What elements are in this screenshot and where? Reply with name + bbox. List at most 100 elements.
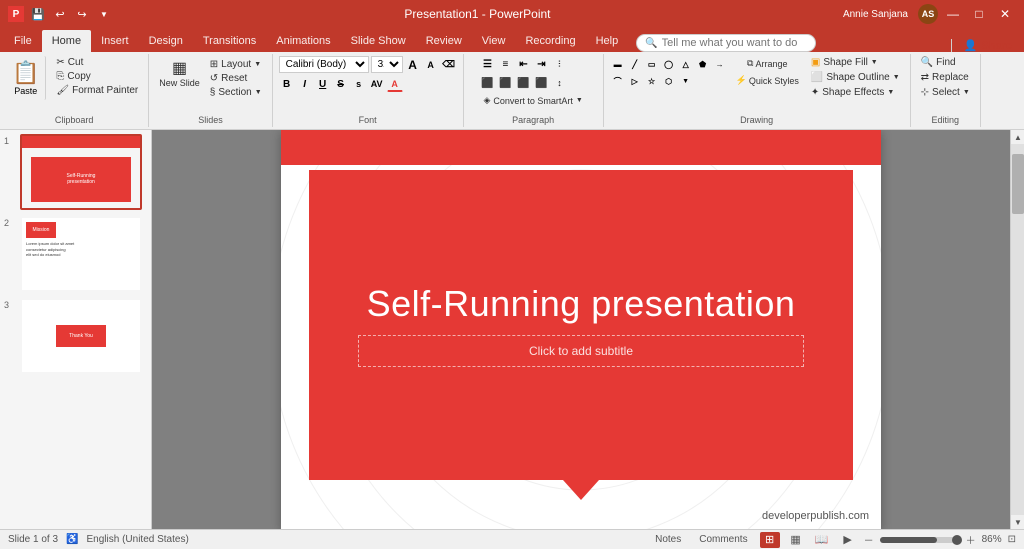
close-button[interactable]: ✕ <box>994 3 1016 25</box>
search-input[interactable] <box>662 37 802 49</box>
shape-outline-button[interactable]: ⬜ Shape Outline ▼ <box>807 71 904 84</box>
convert-smartart-button[interactable]: ◈ Convert to SmartArt ▼ <box>479 94 586 107</box>
replace-button[interactable]: ⇄ Replace <box>917 71 973 84</box>
tab-insert[interactable]: Insert <box>91 30 139 52</box>
minimize-button[interactable]: — <box>942 3 964 25</box>
italic-button[interactable]: I <box>297 76 313 92</box>
scroll-up-button[interactable]: ▲ <box>1011 130 1024 144</box>
tab-help[interactable]: Help <box>586 30 629 52</box>
copy-button[interactable]: ⎘ Copy <box>52 70 142 83</box>
shape-10[interactable]: ☆ <box>644 73 660 89</box>
font-decrease-button[interactable]: A <box>405 57 421 73</box>
notes-button[interactable]: Notes <box>649 531 687 549</box>
increase-indent-button[interactable]: ⇥ <box>533 56 549 72</box>
numbering-button[interactable]: ≡ <box>497 56 513 72</box>
shape-3[interactable]: ▭ <box>644 56 660 72</box>
justify-button[interactable]: ⬛ <box>533 75 549 91</box>
align-left-button[interactable]: ⬛ <box>479 75 495 91</box>
scroll-down-button[interactable]: ▼ <box>1011 515 1024 529</box>
accessibility-icon[interactable]: ♿ <box>66 534 78 545</box>
slide-thumb-3[interactable]: 3 Thank You <box>4 298 147 374</box>
slide-thumb-2[interactable]: 2 Mission Lorem ipsum dolor sit ametcons… <box>4 216 147 292</box>
editing-label: Editing <box>931 115 959 125</box>
comments-button[interactable]: Comments <box>693 531 753 549</box>
shadow-button[interactable]: s <box>351 76 367 92</box>
shape-6[interactable]: ⬟ <box>695 56 711 72</box>
tab-view[interactable]: View <box>472 30 516 52</box>
slide-thumb-1[interactable]: 1 Self-Runningpresentation <box>4 134 147 210</box>
more-shapes[interactable]: ▼ <box>678 73 694 89</box>
cut-button[interactable]: ✂ Cut <box>52 56 142 69</box>
char-spacing-button[interactable]: AV <box>369 76 385 92</box>
find-button[interactable]: 🔍 Find <box>917 56 960 69</box>
quick-styles-button[interactable]: ⚡ Quick Styles <box>732 73 803 88</box>
arrange-button[interactable]: ⧉ Arrange <box>732 56 803 71</box>
clear-format-button[interactable]: ⌫ <box>441 57 457 73</box>
shape-effects-button[interactable]: ✦ Shape Effects ▼ <box>807 86 904 99</box>
restore-button[interactable]: □ <box>968 3 990 25</box>
scroll-thumb[interactable] <box>1012 154 1024 214</box>
tab-file[interactable]: File <box>4 30 42 52</box>
shape-4[interactable]: ◯ <box>661 56 677 72</box>
tab-recording[interactable]: Recording <box>515 30 585 52</box>
undo-icon[interactable]: ↩ <box>52 6 68 22</box>
reading-view-button[interactable]: 📖 <box>812 532 832 548</box>
shape-11[interactable]: ⬡ <box>661 73 677 89</box>
slide-canvas[interactable]: Self-Running presentation Click to add s… <box>281 130 881 529</box>
select-button[interactable]: ⊹ Select ▼ <box>917 86 974 99</box>
tab-slideshow[interactable]: Slide Show <box>341 30 416 52</box>
slide-subtitle-box[interactable]: Click to add subtitle <box>358 335 804 367</box>
zoom-slider[interactable] <box>880 537 960 543</box>
columns-button[interactable]: ⫶ <box>551 56 567 72</box>
slide-thumb-img-2[interactable]: Mission Lorem ipsum dolor sit ametconsec… <box>20 216 142 292</box>
bullets-button[interactable]: ☰ <box>479 56 495 72</box>
tab-home[interactable]: Home <box>42 30 91 52</box>
format-painter-button[interactable]: 🖌 Format Painter <box>52 84 142 97</box>
section-button[interactable]: § Section ▼ <box>206 86 266 99</box>
align-center-button[interactable]: ⬛ <box>497 75 513 91</box>
shape-2[interactable]: ╱ <box>627 56 643 72</box>
font-name-select[interactable]: Calibri (Body) <box>279 56 369 73</box>
tab-transitions[interactable]: Transitions <box>193 30 266 52</box>
new-slide-button[interactable]: ▦ New Slide <box>155 56 204 90</box>
shape-fill-button[interactable]: ▣ Shape Fill ▼ <box>807 56 904 69</box>
tab-design[interactable]: Design <box>139 30 193 52</box>
save-icon[interactable]: 💾 <box>30 6 46 22</box>
search-box[interactable]: 🔍 <box>636 34 816 52</box>
scroll-track[interactable] <box>1011 144 1024 515</box>
slideshow-view-button[interactable]: ▶ <box>838 532 858 548</box>
slide-thumb-img-1[interactable]: Self-Runningpresentation <box>20 134 142 210</box>
share-button[interactable]: 👤 Share <box>951 39 1024 52</box>
shape-9[interactable]: ▷ <box>627 73 643 89</box>
font-increase-button[interactable]: A <box>423 57 439 73</box>
slide-sorter-button[interactable]: ▦ <box>786 532 806 548</box>
font-size-select[interactable]: 32 <box>371 56 403 73</box>
shape-1[interactable]: ▬ <box>610 56 626 72</box>
layout-button[interactable]: ⊞ Layout ▼ <box>206 58 266 71</box>
decrease-indent-button[interactable]: ⇤ <box>515 56 531 72</box>
fit-slide-button[interactable]: ⊡ <box>1008 534 1016 545</box>
line-spacing-button[interactable]: ↕ <box>551 75 567 91</box>
underline-button[interactable]: U <box>315 76 331 92</box>
shape-arrow[interactable]: → <box>712 56 728 72</box>
paste-button[interactable]: 📋 Paste <box>6 56 46 100</box>
bold-button[interactable]: B <box>279 76 295 92</box>
redo-icon[interactable]: ↪ <box>74 6 90 22</box>
strikethrough-button[interactable]: S <box>333 76 349 92</box>
zoom-out-button[interactable]: － <box>864 532 874 547</box>
canvas-area[interactable]: Self-Running presentation Click to add s… <box>152 130 1010 529</box>
tab-review[interactable]: Review <box>416 30 472 52</box>
smartart-icon: ◈ <box>483 95 490 106</box>
shape-5[interactable]: △ <box>678 56 694 72</box>
reset-button[interactable]: ↺ Reset <box>206 72 266 85</box>
align-right-button[interactable]: ⬛ <box>515 75 531 91</box>
zoom-in-button[interactable]: ＋ <box>966 532 976 547</box>
zoom-percent[interactable]: 86% <box>982 534 1002 545</box>
arrange-icon: ⧉ <box>747 58 753 69</box>
normal-view-button[interactable]: ⊞ <box>760 532 780 548</box>
font-color-button[interactable]: A <box>387 76 403 92</box>
slide-thumb-img-3[interactable]: Thank You <box>20 298 142 374</box>
tab-animations[interactable]: Animations <box>266 30 340 52</box>
shape-8[interactable]: ⌒ <box>610 73 626 89</box>
customize-icon[interactable]: ▼ <box>96 6 112 22</box>
